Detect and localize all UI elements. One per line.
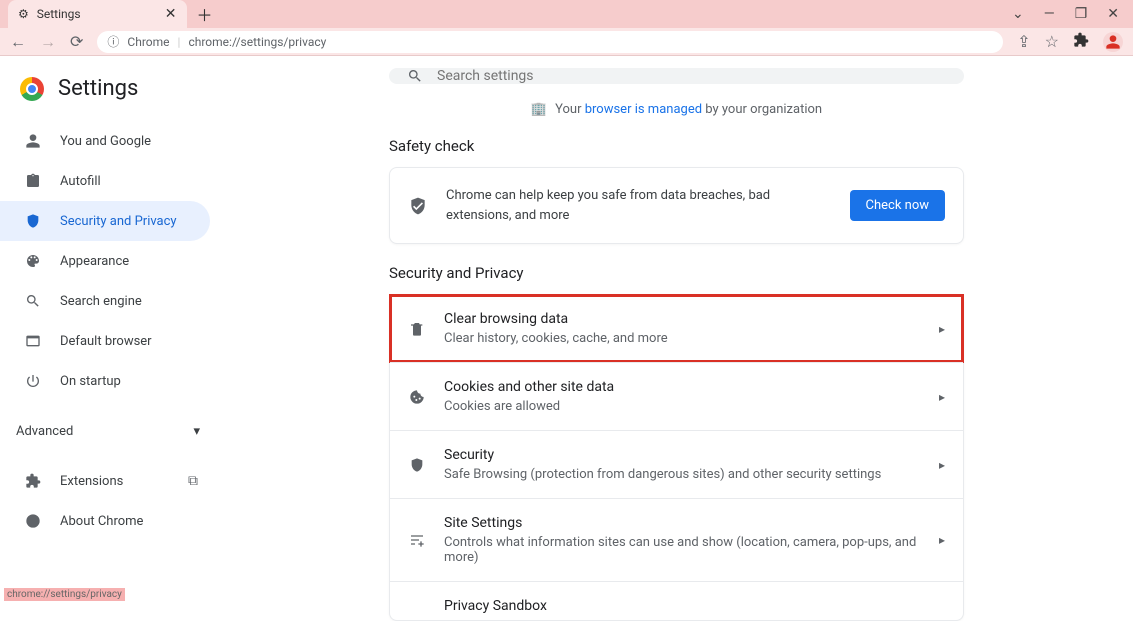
section-title-privacy: Security and Privacy bbox=[389, 264, 964, 282]
row-title: Cookies and other site data bbox=[444, 379, 921, 395]
row-title: Site Settings bbox=[444, 515, 921, 531]
chrome-logo-icon bbox=[20, 77, 44, 101]
sidebar-item-label: About Chrome bbox=[60, 514, 143, 529]
brand: Settings bbox=[0, 76, 250, 101]
forward-icon[interactable]: → bbox=[40, 32, 56, 52]
browser-navbar: ← → ⟳ ⓘ Chrome | chrome://settings/priva… bbox=[0, 28, 1133, 56]
row-security[interactable]: Security Safe Browsing (protection from … bbox=[390, 430, 963, 498]
privacy-list: Clear browsing data Clear history, cooki… bbox=[389, 294, 964, 621]
sidebar-item-label: You and Google bbox=[60, 134, 151, 149]
chevron-down-icon[interactable]: ⌄ bbox=[1012, 6, 1024, 22]
power-icon bbox=[24, 373, 42, 389]
minimize-icon[interactable]: — bbox=[1044, 6, 1055, 22]
tune-icon bbox=[408, 532, 426, 548]
page-title: Settings bbox=[58, 76, 138, 101]
sidebar-item-default-browser[interactable]: Default browser bbox=[0, 321, 210, 361]
section-title-safety: Safety check bbox=[389, 137, 964, 155]
check-now-button[interactable]: Check now bbox=[850, 190, 946, 221]
managed-notice: 🏢 Your browser is managed by your organi… bbox=[531, 102, 822, 117]
sidebar: Settings You and Google Autofill Securit… bbox=[0, 56, 250, 605]
puzzle-icon bbox=[24, 473, 42, 489]
close-window-icon[interactable]: ✕ bbox=[1107, 6, 1119, 22]
sidebar-item-extensions[interactable]: Extensions ⧉ bbox=[0, 461, 210, 501]
row-sub: Clear history, cookies, cache, and more bbox=[444, 331, 921, 346]
row-sub: Cookies are allowed bbox=[444, 399, 921, 414]
row-cookies[interactable]: Cookies and other site data Cookies are … bbox=[390, 362, 963, 430]
row-title: Privacy Sandbox bbox=[444, 598, 945, 614]
browser-icon bbox=[24, 333, 42, 349]
sidebar-item-label: Autofill bbox=[60, 174, 101, 189]
back-icon[interactable]: ← bbox=[10, 32, 26, 52]
sidebar-item-label: On startup bbox=[60, 374, 121, 389]
sidebar-item-label: Security and Privacy bbox=[60, 214, 177, 229]
address-url: chrome://settings/privacy bbox=[188, 35, 326, 49]
row-site-settings[interactable]: Site Settings Controls what information … bbox=[390, 498, 963, 581]
chevron-right-icon: ▸ bbox=[939, 533, 945, 547]
sidebar-item-label: Extensions bbox=[60, 474, 123, 489]
chevron-right-icon: ▸ bbox=[939, 322, 945, 336]
new-tab-button[interactable]: ＋ bbox=[197, 2, 213, 26]
close-icon[interactable]: ✕ bbox=[165, 6, 177, 22]
row-title: Security bbox=[444, 447, 921, 463]
sidebar-item-autofill[interactable]: Autofill bbox=[0, 161, 210, 201]
main-panel: 🏢 Your browser is managed by your organi… bbox=[250, 56, 1133, 605]
window-titlebar: ⚙ Settings ✕ ＋ ⌄ — ❐ ✕ bbox=[0, 0, 1133, 28]
person-icon bbox=[24, 133, 42, 149]
row-privacy-sandbox[interactable]: Privacy Sandbox bbox=[390, 581, 963, 620]
safety-text: Chrome can help keep you safe from data … bbox=[446, 186, 832, 225]
search-icon bbox=[407, 68, 423, 84]
sidebar-item-about-chrome[interactable]: About Chrome bbox=[0, 501, 210, 541]
shield-icon bbox=[408, 457, 426, 473]
share-icon[interactable]: ⇪ bbox=[1017, 32, 1030, 51]
sidebar-item-label: Default browser bbox=[60, 334, 152, 349]
gear-icon: ⚙ bbox=[18, 7, 29, 21]
palette-icon bbox=[24, 253, 42, 269]
sidebar-item-label: Search engine bbox=[60, 294, 142, 309]
row-sub: Controls what information sites can use … bbox=[444, 535, 921, 565]
window-controls: ⌄ — ❐ ✕ bbox=[1012, 6, 1133, 22]
row-clear-browsing-data[interactable]: Clear browsing data Clear history, cooki… bbox=[390, 295, 963, 362]
chevron-right-icon: ▸ bbox=[939, 458, 945, 472]
sidebar-advanced-toggle[interactable]: Advanced ▾ bbox=[0, 411, 250, 451]
managed-link[interactable]: browser is managed bbox=[585, 102, 702, 117]
settings-search[interactable] bbox=[389, 68, 964, 84]
search-icon bbox=[24, 293, 42, 309]
trash-icon bbox=[408, 321, 426, 337]
chevron-down-icon: ▾ bbox=[193, 424, 200, 439]
row-title: Clear browsing data bbox=[444, 311, 921, 327]
cookie-icon bbox=[408, 389, 426, 405]
reload-icon[interactable]: ⟳ bbox=[70, 32, 83, 51]
sidebar-advanced-label: Advanced bbox=[16, 424, 73, 439]
chevron-right-icon: ▸ bbox=[939, 390, 945, 404]
sidebar-item-appearance[interactable]: Appearance bbox=[0, 241, 210, 281]
chrome-icon bbox=[24, 513, 42, 529]
bookmark-icon[interactable]: ☆ bbox=[1045, 32, 1059, 51]
sidebar-item-security-privacy[interactable]: Security and Privacy bbox=[0, 201, 210, 241]
shield-check-icon bbox=[408, 196, 428, 216]
sidebar-item-label: Appearance bbox=[60, 254, 129, 269]
extensions-icon[interactable] bbox=[1073, 32, 1089, 52]
address-bar[interactable]: ⓘ Chrome | chrome://settings/privacy bbox=[97, 31, 1003, 53]
sidebar-item-on-startup[interactable]: On startup bbox=[0, 361, 210, 401]
profile-avatar[interactable] bbox=[1103, 32, 1123, 52]
site-info-icon[interactable]: ⓘ bbox=[107, 33, 119, 50]
maximize-icon[interactable]: ❐ bbox=[1075, 6, 1088, 22]
building-icon: 🏢 bbox=[531, 102, 547, 117]
browser-tab[interactable]: ⚙ Settings ✕ bbox=[8, 0, 187, 28]
status-url-hint: chrome://settings/privacy bbox=[4, 588, 125, 601]
shield-icon bbox=[24, 213, 42, 229]
safety-check-card: Chrome can help keep you safe from data … bbox=[389, 167, 964, 244]
row-sub: Safe Browsing (protection from dangerous… bbox=[444, 467, 921, 482]
address-scheme: Chrome bbox=[127, 35, 169, 49]
open-in-new-icon: ⧉ bbox=[188, 473, 198, 489]
clipboard-icon bbox=[24, 173, 42, 189]
tab-title: Settings bbox=[37, 7, 157, 21]
sidebar-item-you-and-google[interactable]: You and Google bbox=[0, 121, 210, 161]
sidebar-item-search-engine[interactable]: Search engine bbox=[0, 281, 210, 321]
settings-search-input[interactable] bbox=[437, 68, 946, 84]
